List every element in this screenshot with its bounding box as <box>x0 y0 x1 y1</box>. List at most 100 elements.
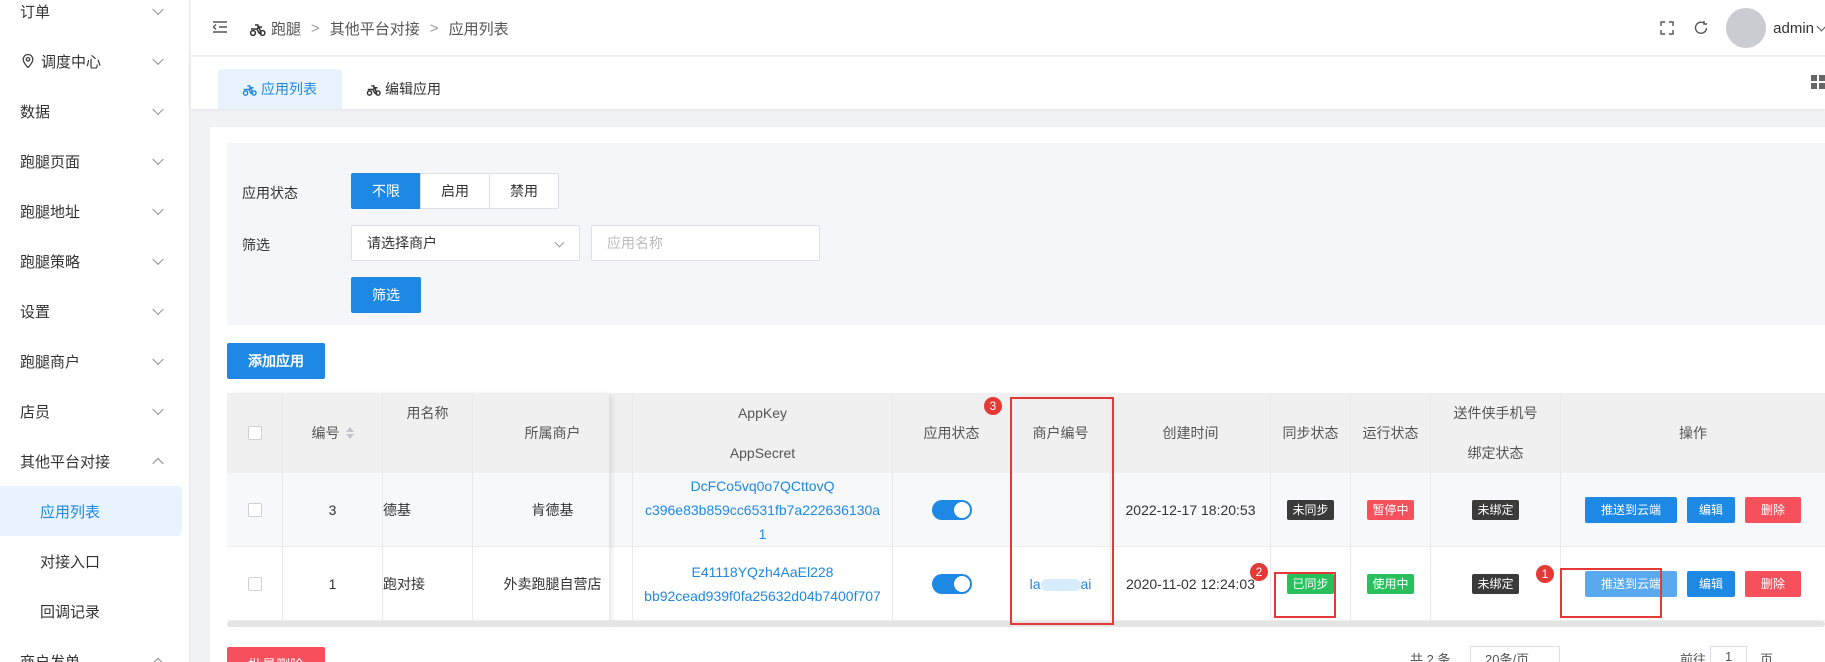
edit-button[interactable]: 编辑 <box>1687 570 1735 597</box>
appsecret-link[interactable]: 1 <box>759 522 767 546</box>
grid-icon[interactable] <box>1811 75 1825 89</box>
appsecret-link[interactable]: c396e83b859cc6531fb7a222636130a <box>645 498 880 522</box>
page-input[interactable]: 1 <box>1710 646 1748 662</box>
push-to-cloud-button[interactable]: 推送到云端 <box>1585 496 1677 523</box>
chevron-down-icon <box>152 103 164 116</box>
sidebar-item-dispatch[interactable]: 调度中心 <box>0 36 189 86</box>
sidebar-item-label: 回调记录 <box>40 603 101 621</box>
header-label: 操作 <box>1679 425 1707 441</box>
batch-delete-button[interactable]: 批量删除 <box>227 647 325 662</box>
filter-label: 筛选 <box>242 237 270 253</box>
scooter-icon <box>249 23 266 36</box>
chevron-down-icon <box>152 3 164 16</box>
run-status-badge: 使用中 <box>1367 573 1414 594</box>
edit-button[interactable]: 编辑 <box>1687 496 1735 523</box>
status-segmented-control: 不限 启用 禁用 <box>351 173 559 209</box>
refresh-icon[interactable] <box>1692 19 1710 37</box>
header-label: 用名称 <box>406 405 449 421</box>
sidebar-item-errand-address[interactable]: 跑腿地址 <box>0 186 189 236</box>
header-label: 编号 <box>311 425 340 441</box>
header-label: 商户编号 <box>1032 425 1089 441</box>
merchant-no-link[interactable]: la ai <box>1030 572 1092 596</box>
app-name-input[interactable] <box>591 225 820 261</box>
select-all-checkbox[interactable] <box>247 426 262 440</box>
header-appkey: AppKey AppSecret <box>633 393 893 473</box>
annotation-number: 1 <box>1536 565 1554 583</box>
add-app-button[interactable]: 添加应用 <box>227 343 325 379</box>
collapse-menu-icon[interactable] <box>211 19 229 35</box>
annotation-number: 3 <box>984 397 1002 415</box>
app-status-toggle[interactable] <box>931 573 972 594</box>
table-header: 编号 用名称 所属商户 AppKey AppSecret 应用状态 商户编号 创建… <box>227 393 1825 473</box>
cell-id: 3 <box>283 473 383 546</box>
user-name[interactable]: admin <box>1773 20 1814 37</box>
cell-actions: 推送到云端 编辑 删除 <box>1561 473 1825 546</box>
row-checkbox[interactable] <box>247 502 262 517</box>
push-to-cloud-button[interactable]: 推送到云端 <box>1585 570 1677 597</box>
table-row: 3 德基 肯德基 DcFCo5vq0o7QCttovQ c396e83b859c… <box>227 473 1825 547</box>
main-card: 应用状态 不限 启用 禁用 筛选 请选择商户 筛选 添加应用 编号 用名称 所属… <box>210 127 1825 662</box>
redacted-mask <box>1040 578 1081 591</box>
status-option-enabled[interactable]: 启用 <box>420 173 490 209</box>
sidebar-item-errand-strategy[interactable]: 跑腿策略 <box>0 236 189 286</box>
fullscreen-icon[interactable] <box>1658 19 1676 37</box>
sidebar-item-label: 对接入口 <box>40 553 101 571</box>
merchant-select[interactable]: 请选择商户 <box>351 225 580 261</box>
cell-run: 暂停中 <box>1351 473 1431 546</box>
cell-merchant: 肯德基 <box>473 473 633 546</box>
sidebar-item-label: 跑腿地址 <box>20 203 81 221</box>
row-checkbox[interactable] <box>247 576 262 591</box>
location-icon <box>20 53 36 69</box>
header-name: 用名称 <box>383 393 473 473</box>
cell-bind: 未绑定 <box>1431 547 1561 620</box>
header-run: 运行状态 <box>1351 393 1431 473</box>
chevron-down-icon <box>152 253 164 266</box>
tab-edit-app[interactable]: 编辑应用 <box>342 69 466 109</box>
sidebar-item-settings[interactable]: 设置 <box>0 286 189 336</box>
sidebar-item-staff[interactable]: 店员 <box>0 386 189 436</box>
breadcrumb-item[interactable]: 跑腿 <box>271 18 301 39</box>
sidebar-subitem-callback-log[interactable]: 回调记录 <box>0 586 182 636</box>
appsecret-link[interactable]: bb92cead939f0fa25632d04b7400f707 <box>644 584 881 608</box>
delete-button[interactable]: 删除 <box>1745 570 1801 597</box>
appkey-link[interactable]: E41118YQzh4AaEl228 <box>692 560 834 584</box>
sidebar-item-errand-pages[interactable]: 跑腿页面 <box>0 136 189 186</box>
cell-sync: 已同步 <box>1271 547 1351 620</box>
sidebar-item-data[interactable]: 数据 <box>0 86 189 136</box>
chevron-down-icon <box>152 403 164 416</box>
avatar[interactable] <box>1726 8 1767 48</box>
sidebar-item-merchant-orders[interactable]: 商户发单 <box>0 636 189 662</box>
chevron-down-icon <box>152 53 164 66</box>
chevron-up-icon <box>152 657 164 662</box>
filter-button[interactable]: 筛选 <box>351 277 421 313</box>
sidebar-item-errand-merchants[interactable]: 跑腿商户 <box>0 336 189 386</box>
app-status-toggle[interactable] <box>931 499 972 520</box>
horizontal-scrollbar[interactable] <box>227 621 1825 627</box>
cell-appkey: E41118YQzh4AaEl228 bb92cead939f0fa25632d… <box>633 547 893 620</box>
status-option-disabled[interactable]: 禁用 <box>489 173 559 209</box>
header-id[interactable]: 编号 <box>283 393 383 473</box>
sync-status-badge: 未同步 <box>1287 499 1334 520</box>
page-size-select[interactable]: 20条/页 <box>1470 646 1561 662</box>
sidebar-item-label: 店员 <box>20 403 51 421</box>
appkey-link[interactable]: DcFCo5vq0o7QCttovQ <box>691 474 835 498</box>
sidebar-item-label: 跑腿商户 <box>20 353 81 371</box>
status-filter-label: 应用状态 <box>242 185 298 201</box>
chevron-down-icon[interactable] <box>1816 21 1825 31</box>
cell-merchant-no: la ai <box>1011 547 1111 620</box>
sidebar-subitem-integration-entry[interactable]: 对接入口 <box>0 536 182 586</box>
tab-app-list[interactable]: 应用列表 <box>218 69 342 109</box>
cell-sync: 未同步 <box>1271 473 1351 546</box>
sidebar-item-orders[interactable]: 订单 <box>0 0 189 36</box>
status-option-all[interactable]: 不限 <box>351 173 421 209</box>
cell-name: 跑对接 <box>383 547 473 620</box>
sort-icon[interactable] <box>345 427 354 439</box>
sidebar-item-other-platforms[interactable]: 其他平台对接 <box>0 436 189 486</box>
sidebar-item-label: 订单 <box>20 3 51 21</box>
sidebar-subitem-app-list[interactable]: 应用列表 <box>0 486 182 536</box>
scooter-icon <box>242 84 257 96</box>
filter-panel: 应用状态 不限 启用 禁用 筛选 请选择商户 筛选 <box>227 143 1825 325</box>
breadcrumb-item[interactable]: 其他平台对接 <box>330 18 420 39</box>
delete-button[interactable]: 删除 <box>1745 496 1801 523</box>
sidebar-item-label: 应用列表 <box>40 503 101 521</box>
